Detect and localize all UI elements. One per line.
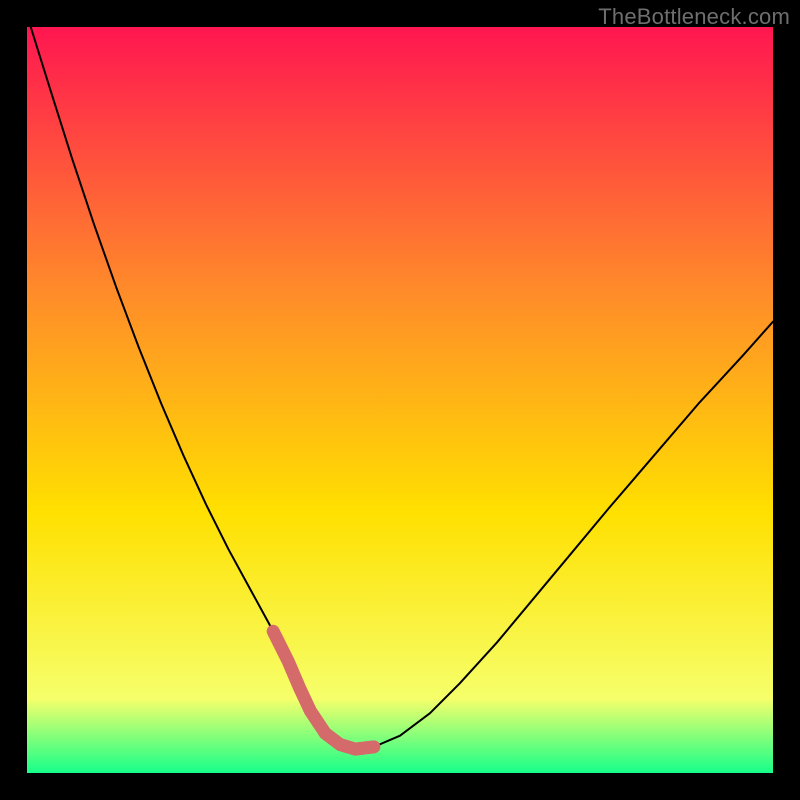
bottleneck-plot [27, 27, 773, 773]
plot-svg [27, 27, 773, 773]
chart-frame: TheBottleneck.com [0, 0, 800, 800]
watermark-label: TheBottleneck.com [598, 4, 790, 30]
plot-background [27, 27, 773, 773]
